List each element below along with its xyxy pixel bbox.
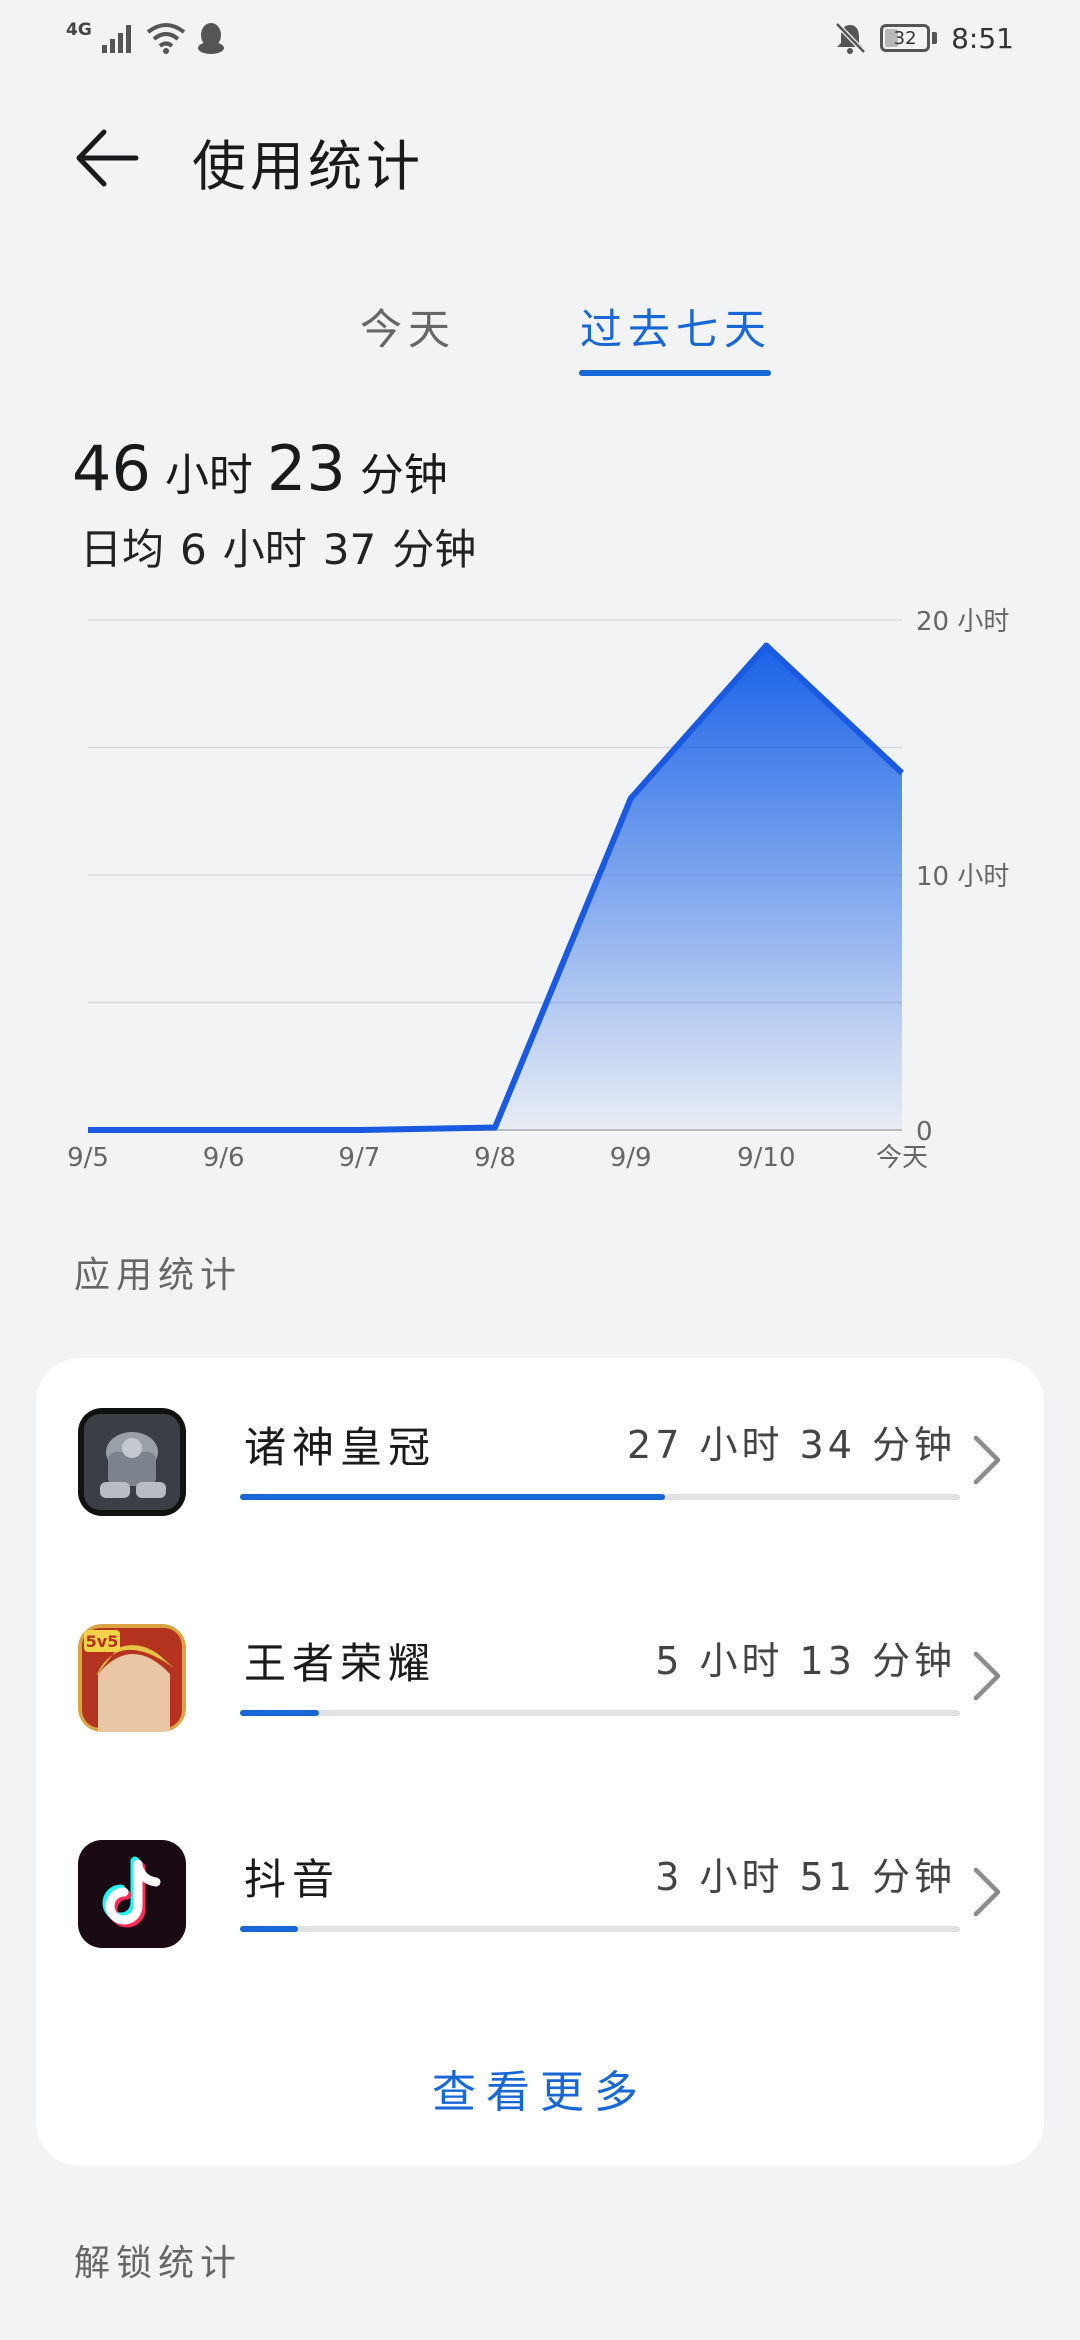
status-right: 32 8:51 xyxy=(834,18,1014,58)
notifications-muted-icon xyxy=(835,22,866,54)
page-title: 使用统计 xyxy=(192,135,424,198)
usage-bar-track xyxy=(240,1710,960,1716)
status-left: 4G xyxy=(66,18,226,58)
y-tick-label: 20 小时 xyxy=(916,607,1009,637)
chevron-right-icon xyxy=(973,1435,1001,1485)
x-tick-label: 9/5 xyxy=(67,1143,109,1173)
x-tick-label: 今天 xyxy=(876,1143,928,1173)
x-tick-label: 9/7 xyxy=(338,1143,380,1173)
wifi-icon xyxy=(146,23,186,54)
y-tick-label: 10 小时 xyxy=(916,862,1009,892)
unlock-stats-title: 解锁统计 xyxy=(74,2243,243,2284)
app-name: 诸神皇冠 xyxy=(244,1423,437,1472)
usage-bar-fill xyxy=(240,1926,298,1932)
x-tick-label: 9/8 xyxy=(474,1143,516,1173)
view-more-button[interactable]: 查看更多 xyxy=(36,2056,1044,2120)
average-minutes-unit: 分钟 xyxy=(392,525,477,574)
app-row-zhushen[interactable]: 诸神皇冠 27 小时 34 分钟 xyxy=(36,1358,1044,1558)
average-minutes-value: 37 xyxy=(322,525,377,574)
usage-area xyxy=(88,645,902,1130)
douyin-app-icon xyxy=(78,1840,186,1948)
app-name: 抖音 xyxy=(244,1855,341,1904)
total-hours-value: 46 xyxy=(72,432,151,505)
x-tick-label: 9/10 xyxy=(737,1143,795,1173)
svg-text:5v5: 5v5 xyxy=(86,1632,119,1651)
back-arrow-icon xyxy=(76,129,139,187)
status-bar: 4G 32 8:51 xyxy=(0,0,1080,80)
tab-past-week[interactable]: 过去七天 xyxy=(580,296,772,357)
app-stats-title: 应用统计 xyxy=(74,1255,243,1296)
app-name: 王者荣耀 xyxy=(244,1639,437,1688)
app-row-douyin[interactable]: 抖音 3 小时 51 分钟 xyxy=(36,1790,1044,1990)
zhushen-app-icon xyxy=(78,1408,186,1516)
network-type-label: 4G xyxy=(66,20,92,40)
average-hours-value: 6 xyxy=(180,525,207,574)
tab-today[interactable]: 今天 xyxy=(360,296,456,357)
battery-indicator: 32 xyxy=(880,24,931,52)
usage-bar-fill xyxy=(240,1710,320,1716)
usage-bar-track xyxy=(240,1494,960,1500)
average-label: 日均 xyxy=(80,525,165,574)
total-usage: 46 小时 23 分钟 xyxy=(72,432,448,505)
total-minutes-value: 23 xyxy=(266,432,346,505)
total-hours-unit: 小时 xyxy=(164,450,253,501)
battery-level: 32 xyxy=(893,27,917,49)
qq-icon xyxy=(197,23,224,54)
y-tick-label: 0 xyxy=(916,1117,933,1147)
usage-chart: 9/5 9/6 9/7 9/8 9/9 9/10 今天 0 10 小时 20 小时 xyxy=(67,607,1009,1173)
chevron-right-icon xyxy=(973,1867,1001,1917)
honor-of-kings-app-icon: 5v5 xyxy=(78,1624,186,1732)
app-stats-card: 诸神皇冠 27 小时 34 分钟 5v5 王者荣耀 5 小时 13 分钟 抖音 … xyxy=(36,1358,1044,2166)
app-usage-time: 3 小时 51 分钟 xyxy=(655,1855,956,1899)
average-hours-unit: 小时 xyxy=(222,525,307,574)
chevron-right-icon xyxy=(973,1651,1001,1701)
tab-active-indicator xyxy=(579,370,771,376)
signal-icon xyxy=(101,25,131,53)
usage-bar-fill xyxy=(240,1494,665,1500)
app-usage-time: 5 小时 13 分钟 xyxy=(655,1639,956,1683)
total-minutes-unit: 分钟 xyxy=(359,450,448,501)
clock: 8:51 xyxy=(951,21,1014,55)
daily-average: 日均 6 小时 37 分钟 xyxy=(80,516,476,577)
back-button[interactable] xyxy=(68,118,148,198)
x-tick-label: 9/6 xyxy=(203,1143,245,1173)
app-usage-time: 27 小时 34 分钟 xyxy=(627,1423,956,1467)
app-row-honor-of-kings[interactable]: 5v5 王者荣耀 5 小时 13 分钟 xyxy=(36,1574,1044,1774)
usage-bar-track xyxy=(240,1926,960,1932)
x-tick-label: 9/9 xyxy=(610,1143,652,1173)
